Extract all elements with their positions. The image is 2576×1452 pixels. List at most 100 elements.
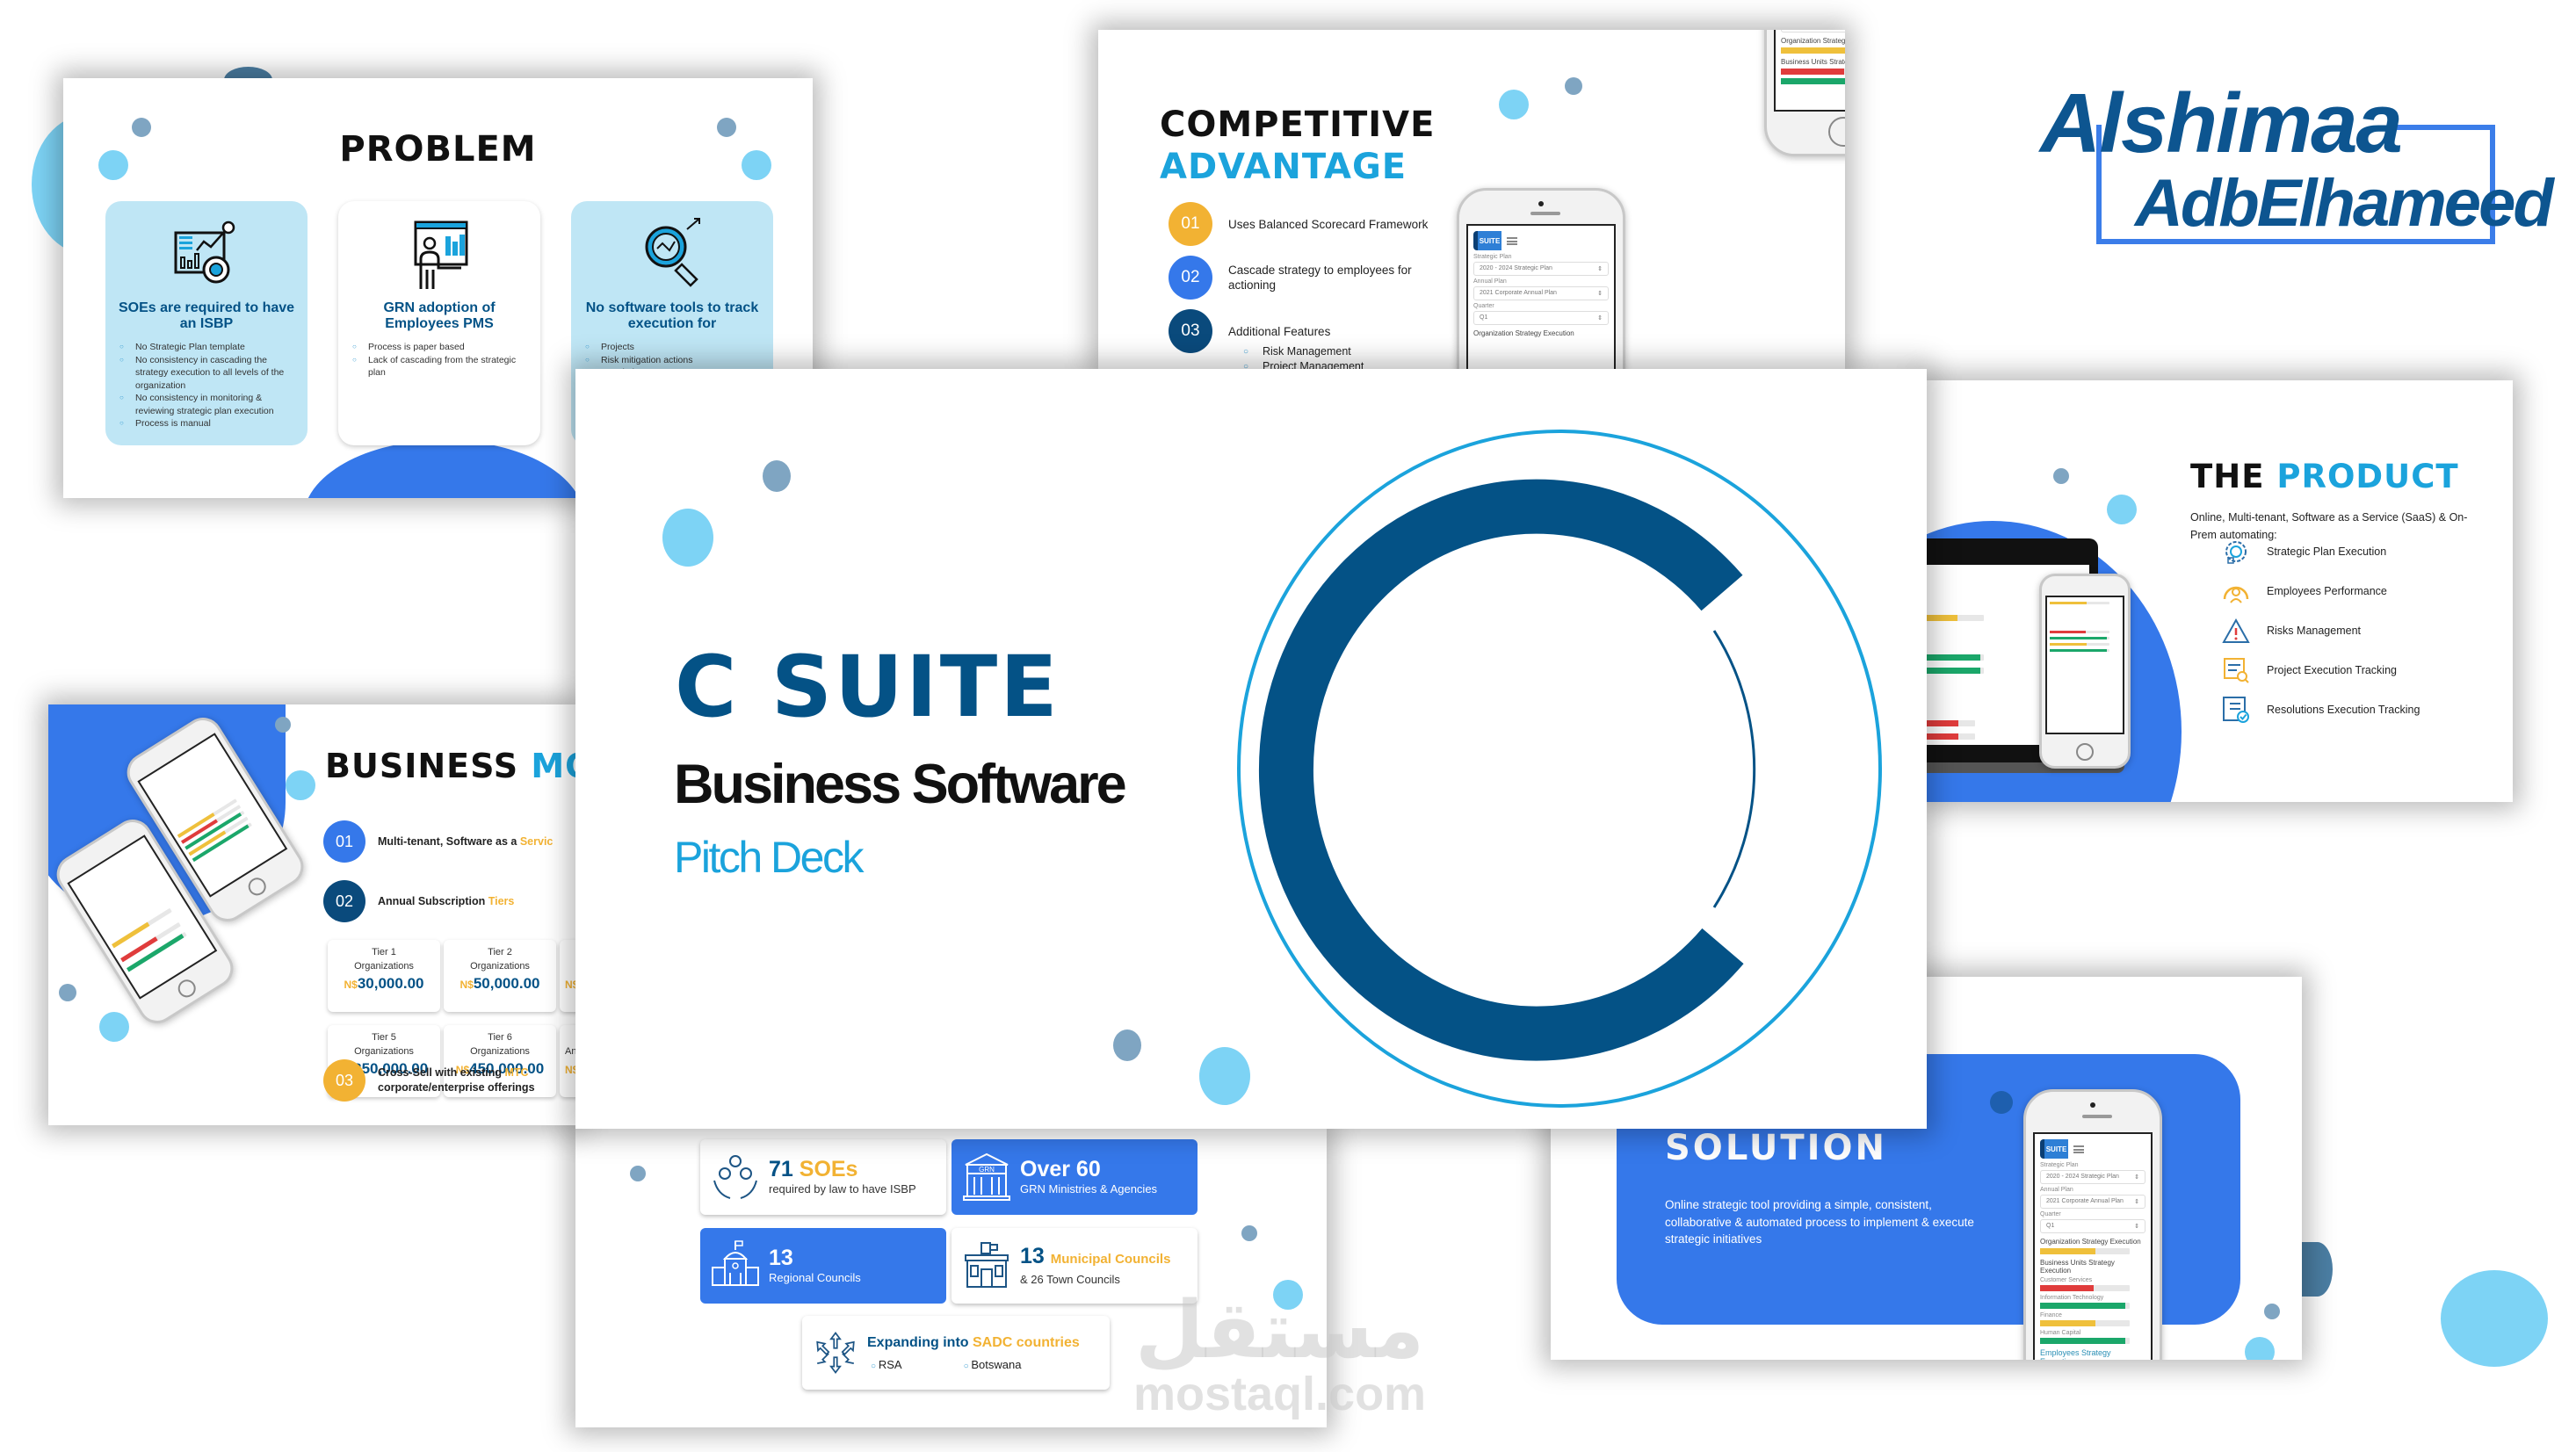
stat-card: 13 Municipal Councils & 26 Town Councils xyxy=(952,1228,1198,1304)
quarter-select[interactable]: Q1⇕ xyxy=(2040,1219,2145,1233)
phone-camera xyxy=(1538,201,1544,206)
card-bullet: No Strategic Plan template xyxy=(118,341,295,354)
progress-bar xyxy=(2040,1285,2130,1291)
feature-item: 01 Uses Balanced Scorecard Framework xyxy=(1169,202,1448,246)
progress-bar xyxy=(1781,78,1845,84)
number-badge: 01 xyxy=(1169,202,1212,246)
progress-fill xyxy=(2050,643,2088,646)
phone-screen xyxy=(2045,596,2124,734)
product-subtitle: Business Software xyxy=(674,754,1127,815)
progress-fill xyxy=(2050,631,2086,633)
quarter-select[interactable]: Q1⇕ xyxy=(1473,311,1609,325)
card-bullet: Projects xyxy=(583,341,761,354)
menu-icon[interactable] xyxy=(1507,236,1517,245)
phone-speaker xyxy=(2082,1115,2112,1118)
progress-fill xyxy=(2050,602,2088,604)
decor-dot xyxy=(763,460,791,492)
title-slide[interactable]: C SUITE Business Software Pitch Deck xyxy=(575,369,1927,1129)
model-item: 03 Cross-Sell with existing MTC corporat… xyxy=(323,1059,535,1102)
progress-bar xyxy=(1927,720,1975,726)
progress-bar xyxy=(1927,654,1984,661)
slide-title: COMPETITIVE ADVANTAGE xyxy=(1160,104,1435,188)
decor-dot xyxy=(275,717,291,733)
progress-fill xyxy=(2050,637,2107,639)
progress-bar xyxy=(112,907,173,949)
number-badge: 02 xyxy=(1169,256,1212,300)
progress-fill xyxy=(2040,1320,2096,1326)
pricing-tier-card: N$ xyxy=(560,940,575,1012)
decor-dot xyxy=(1990,1091,2013,1114)
problem-card: GRN adoption of Employees PMS Process is… xyxy=(338,201,540,445)
strategic-plan-select[interactable]: 2020 - 2024 Strategic Plan ⇕ xyxy=(1473,262,1609,276)
annual-plan-select[interactable]: 2021 Corporate Annual Plan ⇕ xyxy=(2040,1195,2145,1209)
card-heading: GRN adoption of Employees PMS xyxy=(383,300,496,331)
sub-feature-list: Risk Management Project Management xyxy=(1243,344,1364,369)
decor-dot xyxy=(1499,90,1529,119)
analytics-dashboard-icon xyxy=(174,220,235,284)
model-item: 01 Multi-tenant, Software as a Servic xyxy=(323,820,553,863)
progress-fill xyxy=(1781,78,1845,84)
phone-screen: SUITE Strategic Plan 2020 - 2024 Strateg… xyxy=(2033,1132,2153,1360)
capitol-building-icon xyxy=(712,1240,759,1286)
problem-card: SOEs are required to have an ISBP No Str… xyxy=(105,201,308,445)
title-line: COMPETITIVE xyxy=(1160,105,1436,145)
decor-dot xyxy=(1113,1029,1141,1061)
logo-first-name: Alshimaa xyxy=(2040,76,2403,170)
presentation-board-icon xyxy=(414,220,468,289)
slide-title: THE PRODUCT xyxy=(2190,458,2459,495)
card-bullet: No consistency in monitoring & reviewing… xyxy=(118,392,295,417)
product-slide[interactable]: THE PRODUCT Online, Multi-tenant, Softwa… xyxy=(1927,380,2513,802)
card-bullet: No consistency in cascading the strategy… xyxy=(118,354,295,393)
performance-gauge-icon xyxy=(2223,586,2249,603)
feature-label: Strategic Plan Execution xyxy=(2267,545,2387,558)
c-arc xyxy=(1258,479,1744,1061)
card-bullet: Risk mitigation actions xyxy=(583,354,761,367)
feature-text: Cascade strategy to employees for action… xyxy=(1228,264,1412,292)
progress-bar xyxy=(2050,631,2109,633)
pricing-tier-card: Ann N$ xyxy=(560,1025,575,1097)
competitive-advantage-slide[interactable]: COMPETITIVE ADVANTAGE 01 Uses Balanced S… xyxy=(1098,30,1845,369)
decor-dot xyxy=(1273,1280,1303,1310)
home-button xyxy=(2076,743,2094,761)
gears-hands-icon xyxy=(713,1155,757,1199)
progress-bar xyxy=(1781,47,1845,54)
risk-warning-icon xyxy=(2222,618,2250,643)
strategic-plan-select[interactable]: 2020 - 2024 Strategic Plan ⇕ xyxy=(2040,1170,2145,1184)
number-badge: 01 xyxy=(323,820,365,863)
business-model-slide[interactable]: BUSINESS MO 01 Multi-tenant, Software as… xyxy=(48,704,575,1125)
phone-mockup: SUITE Strategic Plan 2020 - 2024 Strateg… xyxy=(2023,1089,2162,1360)
sub-feature: Risk Management xyxy=(1243,344,1364,359)
progress-bar xyxy=(2040,1320,2130,1326)
decor-dot xyxy=(99,1012,129,1042)
decor-dot xyxy=(662,509,713,567)
feature-item: Project Execution Tracking xyxy=(2221,655,2397,685)
country-item: Botswana xyxy=(964,1358,1021,1371)
sub-feature: Project Management xyxy=(1243,359,1364,369)
card-bullet: Lack of cascading from the strategic pla… xyxy=(351,354,528,379)
svg-text:GRN: GRN xyxy=(979,1166,995,1174)
feature-text: Uses Balanced Scorecard Framework xyxy=(1228,217,1429,231)
decor-dot xyxy=(1565,77,1582,95)
progress-bar xyxy=(2050,602,2109,604)
card-bullet: Process is paper based xyxy=(351,341,528,354)
market-slide[interactable]: 71 SOEs required by law to have ISBP GRN … xyxy=(575,1129,1327,1427)
decor-dot xyxy=(630,1166,646,1181)
feature-label: Risks Management xyxy=(2267,625,2361,637)
app-logo: SUITE xyxy=(2040,1139,2145,1159)
card-heading: No software tools to track execution for xyxy=(585,300,759,331)
menu-icon[interactable] xyxy=(2073,1145,2084,1153)
decor-dot xyxy=(1241,1225,1257,1241)
grn-building-icon: GRN xyxy=(963,1152,1010,1201)
quarter-select[interactable]: Q1⇕ xyxy=(1781,30,1845,33)
progress-bar xyxy=(2050,643,2109,646)
phone-mockup: SUITE Strategic Plan 2020 - 2024 Strateg… xyxy=(1457,188,1625,369)
feature-item: Risks Management xyxy=(2221,616,2361,646)
progress-bar xyxy=(1927,668,1984,674)
title-line: ADVANTAGE xyxy=(1160,147,1407,187)
annual-plan-select[interactable]: 2021 Corporate Annual Plan ⇕ xyxy=(1473,286,1609,300)
slide-title: BUSINESS MO xyxy=(325,747,575,785)
decor-circle xyxy=(2441,1270,2548,1367)
magnifier-chart-icon xyxy=(645,218,700,287)
progress-fill xyxy=(1927,733,1958,740)
progress-fill xyxy=(1927,654,1980,661)
